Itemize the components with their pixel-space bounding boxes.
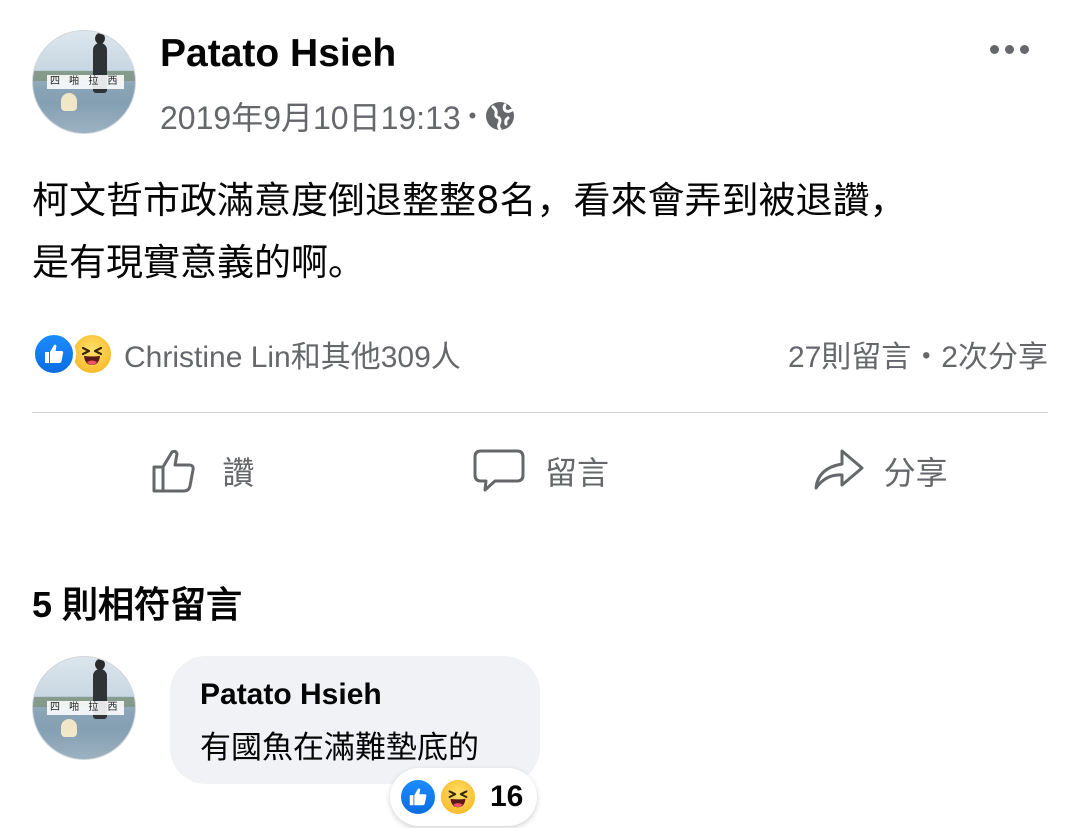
post-text-line-1: 柯文哲市政滿意度倒退整整8名，看來會弄到被退讚， <box>32 179 907 222</box>
matching-comments-title: 5 則相符留言 <box>32 584 243 625</box>
avatar-tag: 四 啪 拉 西 <box>47 701 124 715</box>
avatar-tag: 四 啪 拉 西 <box>47 75 124 89</box>
comment-label: 留言 <box>545 454 610 492</box>
post-author-name[interactable]: Patato Hsieh <box>160 32 396 76</box>
reactions-summary[interactable]: Christine Lin和其他309人 <box>32 332 461 376</box>
share-icon <box>814 449 864 490</box>
like-icon <box>398 777 438 817</box>
comment-button[interactable]: 留言 <box>371 435 710 507</box>
thumbs-up-icon <box>152 449 195 493</box>
haha-icon <box>70 332 114 376</box>
like-button[interactable]: 讚 <box>32 435 371 507</box>
divider <box>32 412 1048 413</box>
share-label: 分享 <box>883 454 948 492</box>
comment-reaction-count: 16 <box>490 780 524 813</box>
commenter-avatar[interactable]: 四 啪 拉 西 <box>32 656 136 760</box>
post-timestamp[interactable]: 2019年9月10日19:13 <box>160 93 461 139</box>
meta-separator: • <box>468 103 477 128</box>
facebook-post-view: 四 啪 拉 西 Patato Hsieh 2019年9月10日19:13 • 柯… <box>0 0 1065 828</box>
haha-icon <box>438 777 478 817</box>
comment-text: 有國魚在滿難墊底的 <box>200 730 479 766</box>
like-icon <box>32 332 76 376</box>
share-button[interactable]: 分享 <box>709 435 1048 507</box>
reaction-names: Christine Lin和其他309人 <box>124 341 461 374</box>
comment-reactions[interactable]: 16 <box>390 768 538 826</box>
reactions-summary-row: Christine Lin和其他309人 27則留言・2次分享 <box>32 330 1048 378</box>
post-text: 柯文哲市政滿意度倒退整整8名，看來會弄到被退讚， 是有現實意義的啊。 <box>32 170 1042 294</box>
comment-share-stats[interactable]: 27則留言・2次分享 <box>788 332 1048 376</box>
more-options-icon[interactable] <box>982 30 1036 68</box>
comment-item: 四 啪 拉 西 Patato Hsieh 有國魚在滿難墊底的 16 <box>32 656 1032 828</box>
author-avatar[interactable]: 四 啪 拉 西 <box>32 30 136 134</box>
action-bar: 讚 留言 分享 <box>32 435 1048 507</box>
post-text-line-2: 是有現實意義的啊。 <box>32 241 365 284</box>
post-meta: 2019年9月10日19:13 • <box>160 96 516 136</box>
comment-bubble[interactable]: Patato Hsieh 有國魚在滿難墊底的 <box>170 656 540 784</box>
comment-author[interactable]: Patato Hsieh <box>200 678 510 712</box>
reaction-icons <box>32 332 114 376</box>
like-label: 讚 <box>222 454 255 492</box>
globe-icon <box>486 102 515 131</box>
comment-icon <box>473 449 525 492</box>
